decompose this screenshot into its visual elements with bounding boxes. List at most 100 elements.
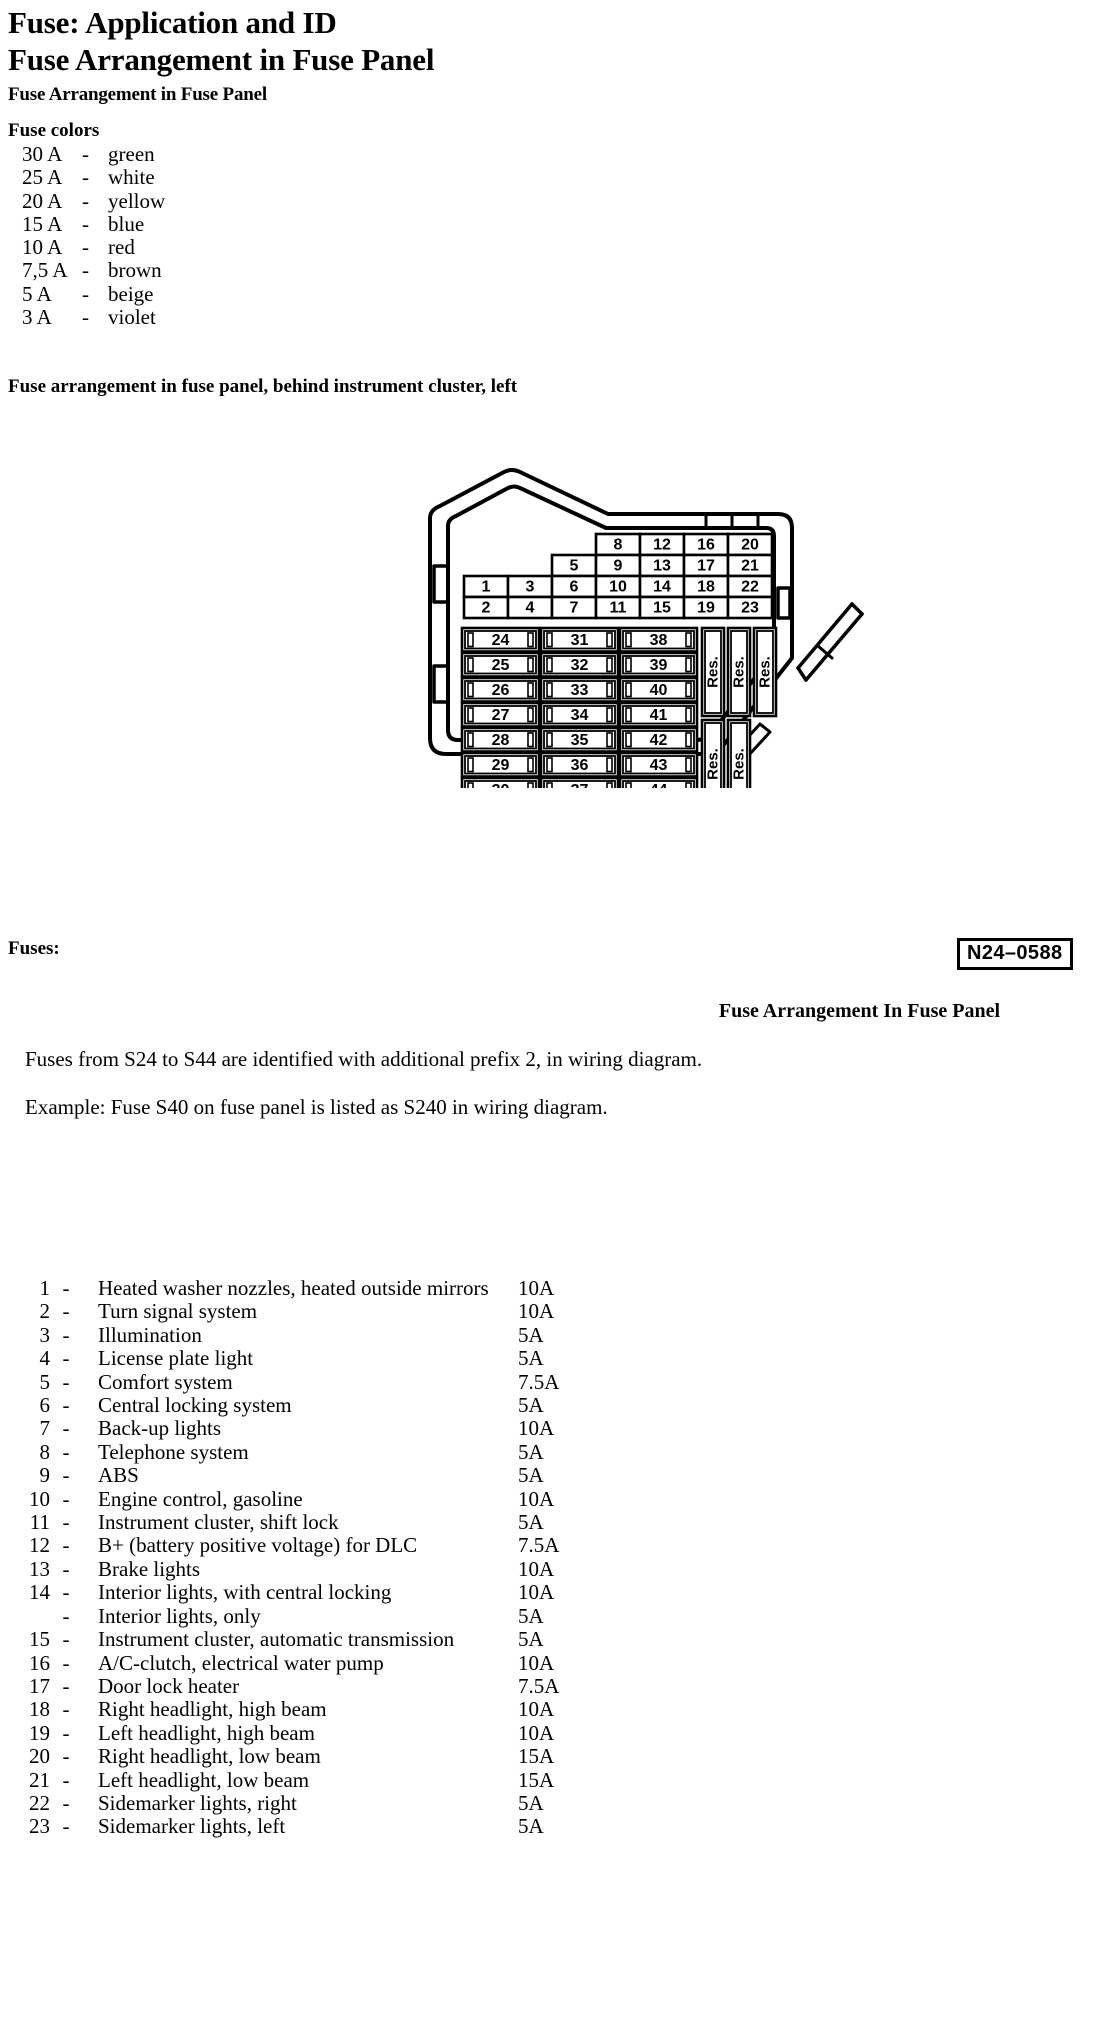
fuse-dash: - xyxy=(62,1603,70,1628)
fuse-slot-number: 2 xyxy=(482,600,491,617)
relay-contact-left xyxy=(625,632,632,648)
fuse-number: 3 xyxy=(39,1322,51,1347)
page-title-line-2: Fuse Arrangement in Fuse Panel xyxy=(8,42,435,77)
fuse-dash: - xyxy=(62,1416,70,1441)
figure-caption: Fuse Arrangement In Fuse Panel xyxy=(718,1000,1000,1022)
relay-slot-number: 43 xyxy=(650,757,668,774)
fuse-row: 4- License plate light 5A xyxy=(14,1346,608,1371)
fuse-slot-number: 9 xyxy=(614,558,623,575)
fuse-row: 10- Engine control, gasoline 10A xyxy=(14,1486,608,1511)
fuse-slot-number: 15 xyxy=(653,600,671,617)
fuse-number: 10 xyxy=(29,1486,50,1511)
fuse-colors-heading: Fuse colors xyxy=(8,120,100,141)
fuse-row: 12- B+ (battery positive voltage) for DLC… xyxy=(14,1533,608,1558)
relay-slot-number: 28 xyxy=(492,732,510,749)
relay-contact-left xyxy=(625,707,632,723)
fuse-description: Right headlight, high beam xyxy=(98,1697,327,1722)
fuse-color-name: yellow xyxy=(108,188,166,213)
fuse-row: 16- A/C-clutch, electrical water pump 10A xyxy=(14,1650,608,1675)
reserve-slot-label: Res. xyxy=(705,656,722,688)
fuse-description: Instrument cluster, automatic transmissi… xyxy=(98,1627,455,1652)
relay-contact-right xyxy=(685,657,692,673)
fuse-amperage: 10A xyxy=(518,1650,555,1675)
relay-contact-left xyxy=(467,707,474,723)
fuse-description: B+ (battery positive voltage) for DLC xyxy=(98,1533,418,1558)
relay-slot-number: 29 xyxy=(492,757,510,774)
fuse-colors-list: 30 A - green 25 A - white 20 A - yellow 15 A - blue… xyxy=(22,142,166,330)
fuse-color-name: blue xyxy=(108,211,145,236)
fuse-dash: - xyxy=(62,1720,70,1745)
fuse-dash: - xyxy=(62,1299,70,1324)
relay-contact-left xyxy=(546,657,553,673)
relay-contact-right xyxy=(527,657,534,673)
fuse-number: 21 xyxy=(29,1767,50,1792)
fuse-row: 23- Sidemarker lights, left 5A xyxy=(14,1814,608,1839)
reserve-slot-label: Res. xyxy=(757,656,774,688)
fuse-description: Central locking system xyxy=(98,1393,292,1418)
fuse-dash: - xyxy=(62,1439,70,1464)
relay-contact-right xyxy=(527,732,534,748)
fuse-number: 17 xyxy=(29,1673,50,1698)
fuse-row: 6- Central locking system 5A xyxy=(14,1393,608,1418)
fuse-color-dash: - xyxy=(82,188,89,213)
fuse-slot-number: 23 xyxy=(741,600,759,617)
fuse-dash: - xyxy=(62,1322,70,1347)
fuse-number: 7 xyxy=(39,1416,51,1441)
fuse-slot-number: 5 xyxy=(570,558,579,575)
fuse-color-amperage: 30 A xyxy=(22,142,63,166)
fuse-dash: - xyxy=(62,1556,70,1581)
fuse-amperage: 7.5A xyxy=(518,1369,560,1394)
relay-slot-number: 36 xyxy=(571,757,589,774)
fuse-color-name: green xyxy=(108,142,155,166)
fuse-number: 6 xyxy=(39,1393,51,1418)
relay-contact-left xyxy=(625,782,632,788)
fuse-dash: - xyxy=(62,1276,70,1300)
fuse-slot-number: 20 xyxy=(741,537,759,554)
relay-contact-right xyxy=(606,632,613,648)
fuse-amperage: 10A xyxy=(518,1276,555,1300)
fuse-amperage: 5A xyxy=(518,1790,544,1815)
fuse-color-dash: - xyxy=(82,165,89,190)
fuse-row: 15- Instrument cluster, automatic transmi… xyxy=(14,1627,608,1652)
fuse-description: Interior lights, with central locking xyxy=(98,1580,392,1605)
fuse-amperage: 10A xyxy=(518,1697,555,1722)
fuse-color-row: 10 A - red xyxy=(22,235,165,260)
relay-slot-number: 24 xyxy=(492,632,510,649)
relay-slot-number: 38 xyxy=(650,632,668,649)
fuse-color-name: red xyxy=(108,235,135,260)
part-number-label: N24–0588 xyxy=(957,938,1073,970)
fuse-color-row: 3 A - violet xyxy=(22,305,165,330)
relay-slot-number: 42 xyxy=(650,732,668,749)
fuse-number: 14 xyxy=(29,1580,50,1605)
fuse-row: 1- Heated washer nozzles, heated outside … xyxy=(14,1276,608,1300)
diagram-heading: Fuse arrangement in fuse panel, behind i… xyxy=(8,376,518,397)
fuse-color-amperage: 3 A xyxy=(22,305,52,330)
fuse-color-row: 15 A - blue xyxy=(22,211,165,236)
relay-slot-number: 30 xyxy=(492,782,510,788)
relay-contact-left xyxy=(467,757,474,773)
fuse-color-row: 25 A - white xyxy=(22,165,165,190)
fuse-slot-number: 19 xyxy=(697,600,715,617)
fuse-dash: - xyxy=(62,1486,70,1511)
fuse-dash: - xyxy=(62,1346,70,1371)
relay-contact-left xyxy=(467,657,474,673)
page-title-line-1: Fuse: Application and ID xyxy=(8,5,337,40)
fuse-description: Left headlight, low beam xyxy=(98,1767,310,1792)
fuse-panel-diagram: 1 2 3 4 5 6 7 8 9 10 11 12 13 14 15 16 17 18 19 20 21 22 23 24… xyxy=(400,418,1000,788)
relay-contact-left xyxy=(625,757,632,773)
relay-slot-number: 41 xyxy=(650,707,668,724)
fuse-number: 2 xyxy=(39,1299,51,1324)
relay-contact-left xyxy=(546,757,553,773)
fuse-description: License plate light xyxy=(98,1346,254,1371)
fuse-dash: - xyxy=(62,1697,70,1722)
fuse-slot-number: 16 xyxy=(697,537,715,554)
fuse-amperage: 5A xyxy=(518,1603,544,1628)
fuse-amperage: 10A xyxy=(518,1299,555,1324)
fuse-row: 3- Illumination 5A xyxy=(14,1322,608,1347)
fuse-amperage: 7.5A xyxy=(518,1673,560,1698)
fuse-description: Brake lights xyxy=(98,1556,201,1581)
relay-slot-number: 39 xyxy=(650,657,668,674)
fuse-slot-number: 4 xyxy=(526,600,535,617)
fuse-color-name: violet xyxy=(108,305,156,330)
fuse-number: 23 xyxy=(29,1814,50,1839)
